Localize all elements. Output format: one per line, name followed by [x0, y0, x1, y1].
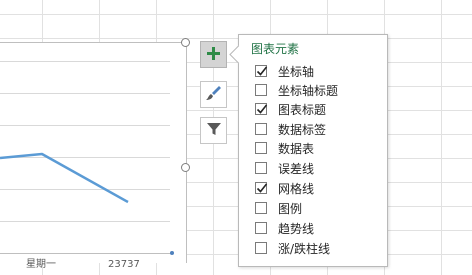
- option-label: 数据标签: [278, 122, 327, 137]
- option-legend[interactable]: 图例: [255, 199, 302, 217]
- plot-corner-point: [170, 251, 174, 255]
- option-label: 网格线: [278, 181, 315, 196]
- checkbox[interactable]: [255, 182, 268, 194]
- chart-filters-button[interactable]: [200, 117, 227, 144]
- option-gridlines[interactable]: 网格线: [255, 179, 314, 197]
- resize-handle-top-right[interactable]: [181, 38, 190, 47]
- option-data-labels[interactable]: 数据标签: [255, 120, 326, 138]
- checkbox[interactable]: [255, 162, 267, 174]
- checkbox[interactable]: [255, 123, 267, 135]
- option-up-down-bars[interactable]: 涨/跌柱线: [255, 239, 330, 257]
- checkbox[interactable]: [255, 84, 267, 96]
- option-trendline[interactable]: 趋势线: [255, 219, 314, 237]
- option-axis-titles[interactable]: 坐标轴标题: [255, 81, 338, 99]
- axis-value-label: 23737: [108, 259, 140, 270]
- option-label: 数据表: [278, 141, 315, 156]
- panel-title: 图表元素: [251, 42, 300, 56]
- chart-styles-button[interactable]: [200, 81, 227, 108]
- axis-category-label: 星期一: [26, 259, 56, 270]
- checkbox[interactable]: [255, 103, 268, 115]
- option-label: 图例: [278, 201, 303, 216]
- checkbox[interactable]: [255, 222, 267, 234]
- option-label: 趋势线: [278, 221, 315, 236]
- option-axes[interactable]: 坐标轴: [255, 62, 314, 80]
- resize-handle-right[interactable]: [181, 163, 190, 172]
- series-line: [0, 152, 129, 204]
- checkbox[interactable]: [255, 142, 267, 154]
- chart-plot: [0, 61, 174, 255]
- option-error-bars[interactable]: 误差线: [255, 159, 314, 177]
- checkbox[interactable]: [255, 242, 267, 254]
- option-label: 图表标题: [278, 102, 327, 117]
- brush-icon: [205, 84, 223, 106]
- option-label: 误差线: [278, 161, 315, 176]
- checkbox[interactable]: [255, 202, 267, 214]
- plus-icon: [207, 45, 220, 64]
- chart-elements-button[interactable]: [200, 41, 227, 68]
- option-data-table[interactable]: 数据表: [255, 139, 314, 157]
- option-label: 坐标轴标题: [278, 83, 339, 98]
- chart-area[interactable]: 星期一 23737: [0, 42, 187, 270]
- option-chart-title[interactable]: 图表标题: [255, 100, 326, 118]
- chart-elements-panel: 图表元素 坐标轴 坐标轴标题 图表标题 数据标签 数据表 误差线 网格线 图例 …: [229, 34, 388, 267]
- option-label: 涨/跌柱线: [278, 241, 331, 256]
- filter-icon: [206, 121, 222, 141]
- checkbox[interactable]: [255, 65, 268, 77]
- option-label: 坐标轴: [278, 64, 315, 79]
